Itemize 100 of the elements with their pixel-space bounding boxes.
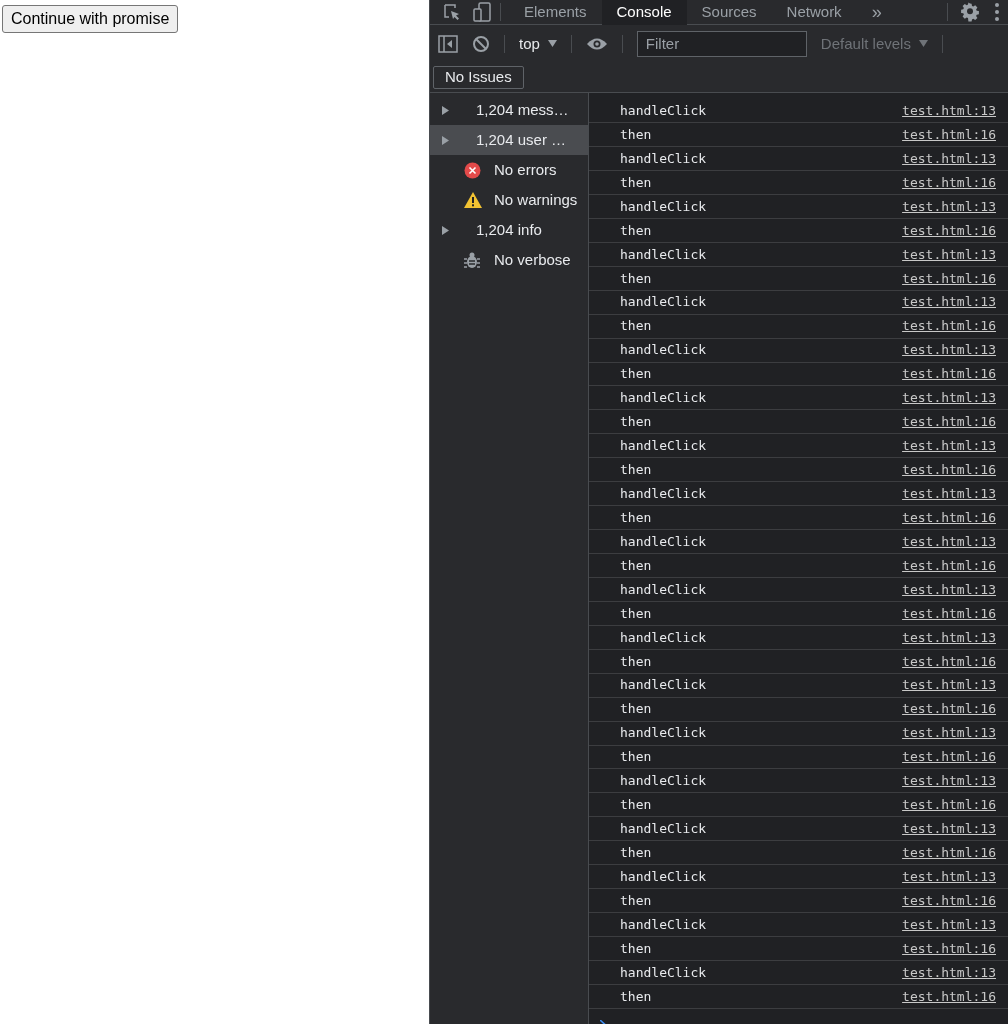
bug-icon	[464, 251, 480, 269]
source-link[interactable]: test.html:16	[902, 938, 996, 959]
log-message: then	[620, 604, 652, 623]
source-link[interactable]: test.html:16	[902, 412, 996, 432]
log-message: then	[620, 413, 652, 432]
log-message: handleClick	[620, 484, 707, 503]
log-message: handleClick	[620, 820, 707, 839]
log-message: then	[620, 891, 652, 910]
log-message: handleClick	[620, 149, 707, 168]
source-link[interactable]: test.html:13	[902, 436, 996, 456]
sidebar-item[interactable]: No warnings	[430, 185, 588, 216]
source-link[interactable]: test.html:16	[902, 507, 996, 528]
panel-tab[interactable]: Network	[771, 0, 857, 25]
sidebar-item[interactable]: 1,204 user …	[430, 125, 588, 156]
source-link[interactable]: test.html:16	[902, 890, 996, 911]
log-message: then	[620, 125, 652, 144]
source-link[interactable]: test.html:13	[902, 866, 996, 887]
log-message: then	[620, 796, 652, 815]
log-message: handleClick	[620, 867, 707, 886]
log-message: then	[620, 269, 652, 288]
log-message: handleClick	[620, 389, 707, 408]
expand-arrow-icon	[442, 105, 449, 115]
more-tabs-button[interactable]: »	[856, 0, 897, 25]
source-link[interactable]: test.html:13	[902, 340, 996, 360]
log-message: then	[620, 173, 652, 192]
continue-button[interactable]: Continue with promise	[2, 5, 179, 33]
source-link[interactable]: test.html:16	[902, 699, 996, 719]
log-message: then	[620, 700, 652, 719]
log-message: handleClick	[620, 437, 707, 456]
source-link[interactable]: test.html:13	[902, 244, 996, 265]
source-link[interactable]: test.html:16	[902, 220, 996, 241]
source-link[interactable]: test.html:13	[902, 483, 996, 504]
source-link[interactable]: test.html:16	[902, 986, 996, 1007]
source-link[interactable]: test.html:13	[902, 531, 996, 552]
log-message: then	[620, 556, 652, 575]
clear-console-icon[interactable]	[472, 34, 490, 53]
log-message: then	[620, 748, 652, 767]
log-message: handleClick	[620, 245, 707, 264]
log-message: handleClick	[620, 580, 707, 599]
source-link[interactable]: test.html:13	[902, 579, 996, 600]
log-message: then	[620, 987, 652, 1006]
log-message: handleClick	[620, 915, 707, 934]
settings-icon[interactable]	[960, 2, 980, 22]
source-link[interactable]: test.html:16	[902, 747, 996, 767]
source-link[interactable]: test.html:16	[902, 843, 996, 863]
source-link[interactable]: test.html:13	[902, 723, 996, 743]
inspect-icon[interactable]	[442, 2, 462, 22]
source-link[interactable]: test.html:13	[902, 100, 996, 121]
sidebar-item[interactable]: No verbose	[430, 245, 588, 276]
source-link[interactable]: test.html:16	[902, 651, 996, 671]
log-message: handleClick	[620, 963, 707, 982]
log-message: handleClick	[620, 101, 707, 120]
source-link[interactable]: test.html:16	[902, 795, 996, 815]
source-link[interactable]: test.html:16	[902, 172, 996, 193]
issues-button[interactable]: No Issues	[433, 65, 524, 89]
source-link[interactable]: test.html:13	[902, 292, 996, 312]
log-message: handleClick	[620, 772, 707, 791]
log-message: then	[620, 365, 652, 384]
eye-icon[interactable]	[585, 36, 608, 51]
source-link[interactable]: test.html:13	[902, 196, 996, 217]
source-link[interactable]: test.html:13	[902, 962, 996, 983]
context-dropdown[interactable]: top	[519, 32, 557, 55]
source-link[interactable]: test.html:16	[902, 603, 996, 624]
caret-icon[interactable]	[547, 40, 557, 48]
caret-icon[interactable]	[918, 40, 928, 48]
source-link[interactable]: test.html:16	[902, 268, 996, 288]
source-link[interactable]: test.html:16	[902, 460, 996, 480]
expand-arrow-icon	[442, 135, 449, 145]
panel-tab[interactable]: Sources	[686, 0, 772, 25]
error-icon	[464, 161, 481, 179]
sidebar-item[interactable]: 1,204 mess…	[430, 95, 588, 126]
log-message: then	[620, 221, 652, 240]
source-link[interactable]: test.html:16	[902, 364, 996, 384]
log-message: handleClick	[620, 532, 707, 551]
device-icon[interactable]	[472, 2, 492, 22]
log-message: then	[620, 508, 652, 527]
panel-tab[interactable]: Elements	[509, 0, 602, 25]
log-message: handleClick	[620, 724, 707, 743]
more-options-icon[interactable]	[994, 2, 1000, 22]
log-message: then	[620, 317, 652, 336]
log-message: handleClick	[620, 628, 707, 647]
source-link[interactable]: test.html:16	[902, 555, 996, 576]
sidebar-toggle-icon[interactable]	[438, 34, 458, 53]
source-link[interactable]: test.html:13	[902, 148, 996, 169]
sidebar-item[interactable]: No errors	[430, 155, 588, 186]
source-link[interactable]: test.html:13	[902, 675, 996, 695]
source-link[interactable]: test.html:13	[902, 627, 996, 648]
log-message: handleClick	[620, 197, 707, 216]
source-link[interactable]: test.html:13	[902, 819, 996, 839]
panel-tab[interactable]: Console	[601, 0, 687, 25]
sidebar-item[interactable]: 1,204 info	[430, 215, 588, 246]
source-link[interactable]: test.html:16	[902, 316, 996, 336]
log-message: then	[620, 844, 652, 862]
source-link[interactable]: test.html:16	[902, 124, 996, 145]
log-message: handleClick	[620, 676, 707, 695]
source-link[interactable]: test.html:13	[902, 388, 996, 408]
source-link[interactable]: test.html:13	[902, 914, 996, 935]
log-message: handleClick	[620, 293, 707, 312]
filter-field[interactable]: Filter	[636, 30, 807, 57]
source-link[interactable]: test.html:13	[902, 771, 996, 791]
